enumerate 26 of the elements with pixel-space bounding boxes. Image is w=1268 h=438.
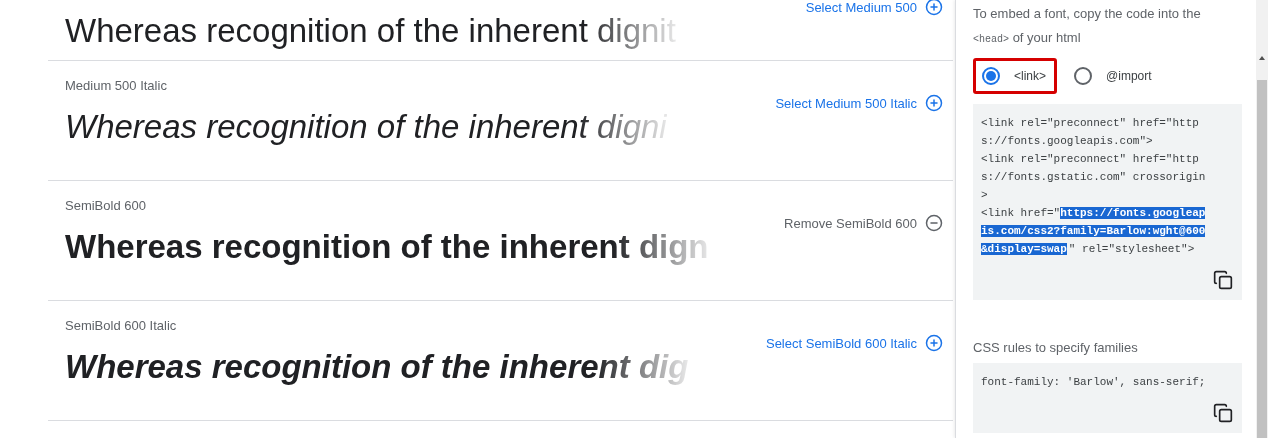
font-sample: Whereas recognition of the inherent digni bbox=[65, 108, 667, 146]
code-text: font-family: 'Barlow', sans-serif; bbox=[981, 375, 1207, 390]
font-sample: Whereas recognition of the inherent dig bbox=[65, 348, 689, 386]
embed-instructions: To embed a font, copy the code into the <head> of your html bbox=[973, 5, 1202, 47]
copy-button[interactable] bbox=[1213, 270, 1233, 290]
style-toggle-button[interactable]: Remove SemiBold 600 bbox=[784, 214, 943, 232]
radio-button[interactable] bbox=[1074, 67, 1093, 85]
plus-icon bbox=[925, 334, 943, 352]
embed-option[interactable]: @import bbox=[1072, 65, 1154, 87]
plus-icon bbox=[925, 94, 943, 112]
code-text: <link rel="preconnect" href="http s://fonts.googleapis.com"> <link rel="preconnect" href="http s://fonts.gstatic.com" crossorigin > <link href="https://fonts.googleap is.com/css2?family=Barlow:wght@600 &display=swap " rel="stylesheet"> bbox=[981, 116, 1207, 257]
style-name: SemiBold 600 Italic bbox=[65, 318, 178, 334]
style-toggle-button[interactable]: Select Medium 500 Italic bbox=[775, 94, 943, 112]
font-sample: Whereas recognition of the inherent dign bbox=[65, 228, 709, 266]
copy-button[interactable] bbox=[1213, 403, 1233, 423]
style-toggle-button[interactable]: Select Medium 500 bbox=[805, 0, 943, 16]
radio-button[interactable] bbox=[982, 67, 1000, 85]
minus-icon bbox=[925, 214, 943, 232]
plus-icon bbox=[925, 0, 943, 16]
section-title: CSS rules to specify families bbox=[973, 340, 1139, 355]
style-name: Medium 500 Italic bbox=[65, 78, 168, 94]
font-sample: Whereas recognition of the inherent dignit bbox=[65, 12, 676, 50]
scrollbar[interactable] bbox=[1256, 0, 1268, 438]
style-toggle-button[interactable]: Select SemiBold 600 Italic bbox=[765, 334, 943, 352]
embed-option[interactable]: <link> bbox=[980, 65, 1049, 87]
style-name: SemiBold 600 bbox=[65, 198, 147, 214]
